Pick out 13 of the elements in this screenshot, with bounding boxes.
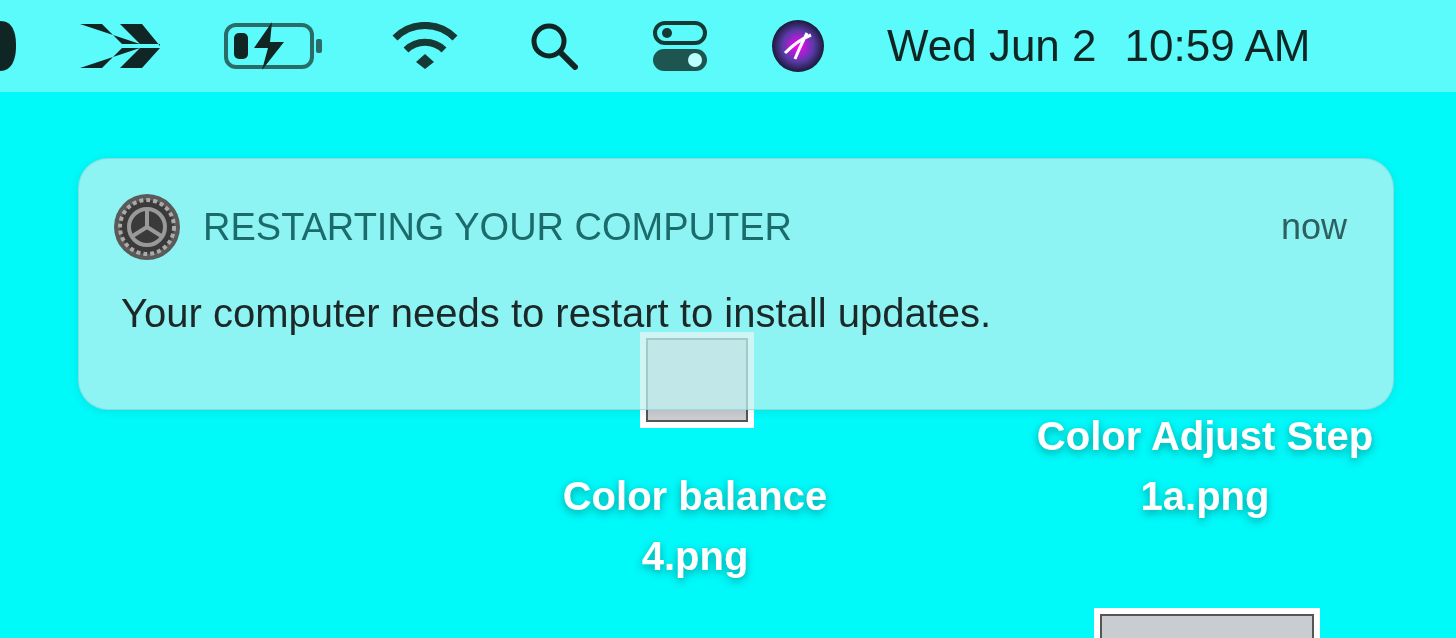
- menu-bar-clock[interactable]: 10:59 AM: [1124, 21, 1311, 71]
- control-center-icon[interactable]: [653, 21, 707, 71]
- notification-time: now: [1280, 206, 1347, 248]
- search-icon[interactable]: [530, 22, 578, 70]
- battery-charging-icon[interactable]: [224, 22, 324, 70]
- notification-app-title: RESTARTING YOUR COMPUTER: [203, 205, 794, 249]
- arrow-logo-icon[interactable]: [80, 24, 160, 68]
- siri-icon[interactable]: [771, 19, 825, 73]
- wifi-icon[interactable]: [392, 22, 458, 70]
- notification-message: Your computer needs to restart to install updates.: [121, 291, 993, 336]
- gear-icon: [113, 193, 181, 261]
- menu-bar-date[interactable]: Wed Jun 2: [887, 21, 1097, 71]
- notification-toast[interactable]: RESTARTING YOUR COMPUTER now Your computer needs to restart to install updates.: [78, 158, 1394, 410]
